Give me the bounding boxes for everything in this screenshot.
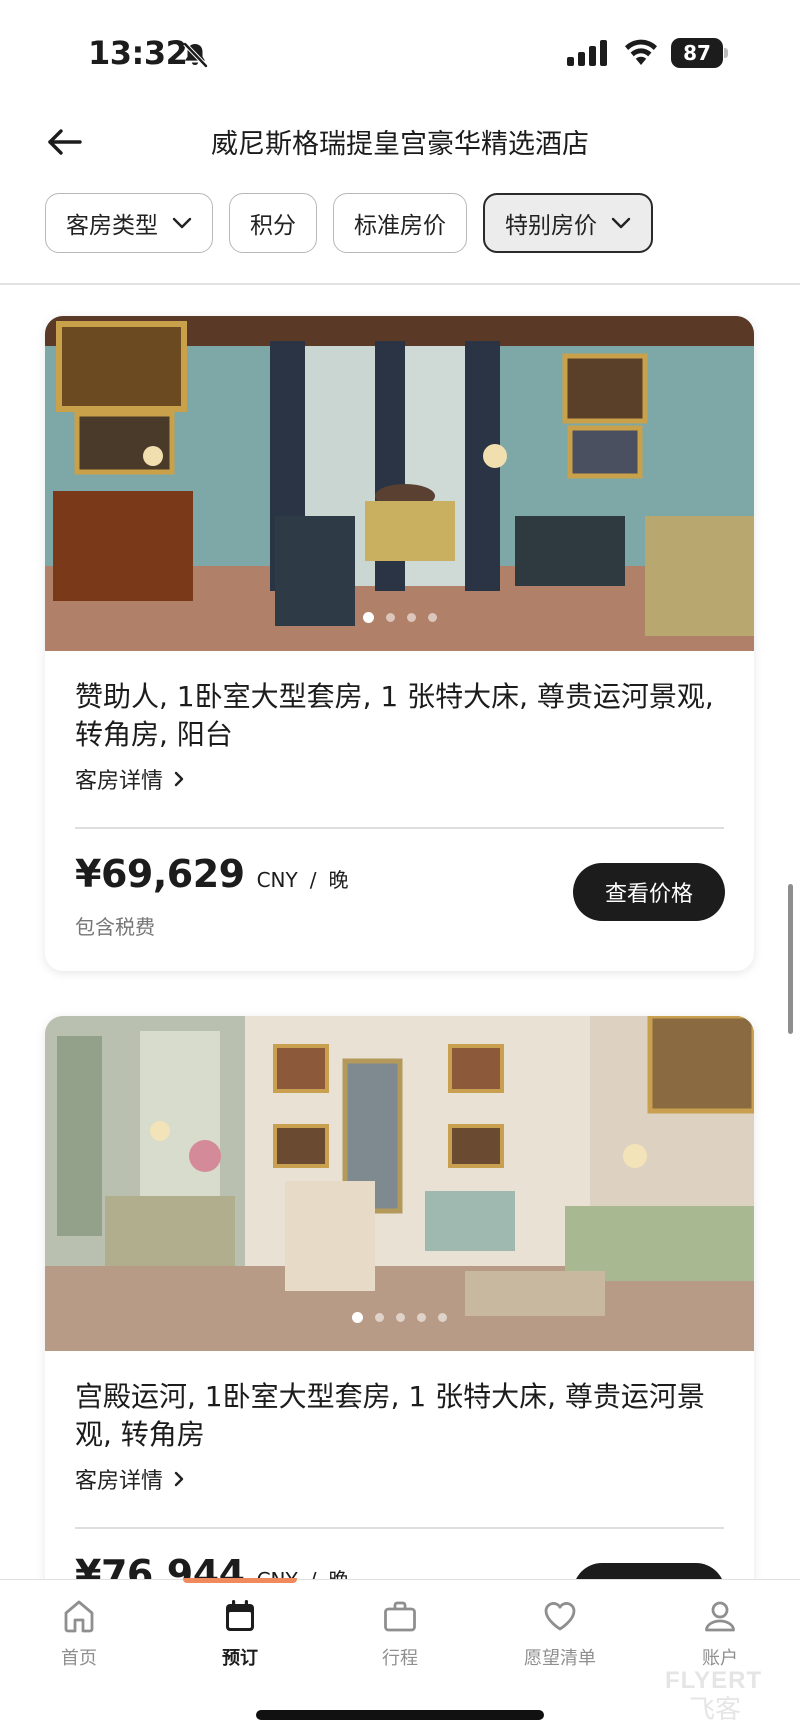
home-icon bbox=[64, 1600, 94, 1633]
active-tab-accent bbox=[183, 1578, 297, 1583]
calendar-icon bbox=[226, 1600, 254, 1631]
room-name: 赞助人, 1卧室大型套房, 1 张特大床, 尊贵运河景观, 转角房, 阳台 bbox=[75, 680, 714, 751]
filter-label: 标准房价 bbox=[354, 213, 446, 239]
tab-wishlist[interactable]: 愿望清单 bbox=[495, 1598, 625, 1670]
carousel-dot[interactable] bbox=[385, 613, 395, 622]
carousel-dots bbox=[45, 612, 754, 623]
header-divider bbox=[0, 283, 800, 285]
tax-note: 包含税费 bbox=[75, 915, 155, 939]
status-bar: 13:32 87 bbox=[0, 0, 800, 100]
room-details-link[interactable]: 客房详情 bbox=[75, 763, 185, 795]
bell-off-icon bbox=[183, 42, 208, 68]
carousel-dot[interactable] bbox=[438, 1313, 447, 1322]
price-separator: / bbox=[309, 868, 317, 892]
heart-icon bbox=[544, 1602, 576, 1631]
svg-text:FLYERT: FLYERT bbox=[665, 1667, 762, 1694]
filter-points[interactable]: 积分 bbox=[229, 193, 317, 253]
price-currency: CNY bbox=[256, 868, 298, 892]
card-divider bbox=[75, 827, 724, 829]
chevron-right-icon bbox=[174, 1471, 184, 1487]
room-photo bbox=[45, 316, 754, 651]
carousel-dots bbox=[45, 1312, 754, 1323]
filter-special-rate[interactable]: 特别房价 bbox=[483, 193, 653, 253]
filter-label: 特别房价 bbox=[505, 213, 597, 239]
room-card: 宫殿运河, 1卧室大型套房, 1 张特大床, 尊贵运河景观, 转角房 客房详情 … bbox=[45, 1016, 754, 1671]
room-name: 宫殿运河, 1卧室大型套房, 1 张特大床, 尊贵运河景观, 转角房 bbox=[75, 1380, 705, 1451]
tab-trips[interactable]: 行程 bbox=[335, 1598, 465, 1670]
wifi-icon bbox=[625, 39, 657, 65]
view-price-button[interactable]: 查看价格 bbox=[573, 863, 725, 921]
back-button[interactable] bbox=[44, 120, 88, 164]
person-icon bbox=[705, 1601, 735, 1632]
carousel-dot[interactable] bbox=[396, 1313, 405, 1322]
price-row: ¥69,629 CNY / 晚 bbox=[75, 852, 348, 896]
home-indicator[interactable] bbox=[256, 1710, 544, 1720]
battery-cap bbox=[724, 48, 728, 58]
svg-text:飞客: 飞客 bbox=[689, 1695, 741, 1724]
tab-label: 预订 bbox=[222, 1648, 258, 1669]
filter-label: 积分 bbox=[250, 213, 296, 239]
filter-chips: 客房类型 积分 标准房价 特别房价 bbox=[45, 193, 653, 253]
carousel-dot[interactable] bbox=[406, 613, 416, 622]
scroll-indicator[interactable] bbox=[788, 884, 793, 1034]
carousel-dot[interactable] bbox=[375, 1313, 384, 1322]
briefcase-icon bbox=[384, 1601, 416, 1632]
battery-level: 87 bbox=[671, 38, 723, 68]
room-price: ¥69,629 bbox=[75, 852, 245, 896]
filter-label: 客房类型 bbox=[66, 213, 158, 239]
tab-label: 首页 bbox=[61, 1648, 97, 1669]
price-per-unit: 晚 bbox=[328, 868, 349, 892]
tab-account[interactable]: 账户 bbox=[655, 1598, 785, 1670]
tab-booking[interactable]: 预订 bbox=[175, 1598, 305, 1670]
tab-label: 愿望清单 bbox=[524, 1648, 596, 1669]
tab-home[interactable]: 首页 bbox=[14, 1598, 144, 1670]
room-card: 赞助人, 1卧室大型套房, 1 张特大床, 尊贵运河景观, 转角房, 阳台 客房… bbox=[45, 316, 754, 971]
chevron-down-icon bbox=[172, 217, 192, 229]
card-divider bbox=[75, 1527, 724, 1529]
page-title: 威尼斯格瑞提皇宫豪华精选酒店 bbox=[211, 129, 589, 160]
room-photo-carousel[interactable] bbox=[45, 316, 754, 651]
carousel-dot[interactable] bbox=[362, 612, 374, 623]
filter-room-type[interactable]: 客房类型 bbox=[45, 193, 213, 253]
back-arrow-icon bbox=[48, 129, 82, 155]
status-time: 13:32 bbox=[88, 34, 188, 72]
filter-standard-rate[interactable]: 标准房价 bbox=[333, 193, 467, 253]
room-photo-carousel[interactable] bbox=[45, 1016, 754, 1351]
room-photo bbox=[45, 1016, 754, 1351]
carousel-dot[interactable] bbox=[427, 613, 437, 622]
room-details-link[interactable]: 客房详情 bbox=[75, 1463, 185, 1495]
cellular-signal-icon bbox=[567, 40, 607, 66]
carousel-dot[interactable] bbox=[417, 1313, 426, 1322]
page-header: 威尼斯格瑞提皇宫豪华精选酒店 bbox=[0, 110, 800, 174]
room-details-label: 客房详情 bbox=[75, 1469, 164, 1494]
room-details-label: 客房详情 bbox=[75, 769, 164, 794]
tab-label: 行程 bbox=[382, 1648, 418, 1669]
carousel-dot[interactable] bbox=[352, 1312, 363, 1323]
chevron-right-icon bbox=[174, 771, 184, 787]
battery-indicator: 87 bbox=[671, 38, 729, 68]
chevron-down-icon bbox=[611, 217, 631, 229]
flyert-watermark-logo: FLYERT 飞客 bbox=[665, 1667, 762, 1724]
